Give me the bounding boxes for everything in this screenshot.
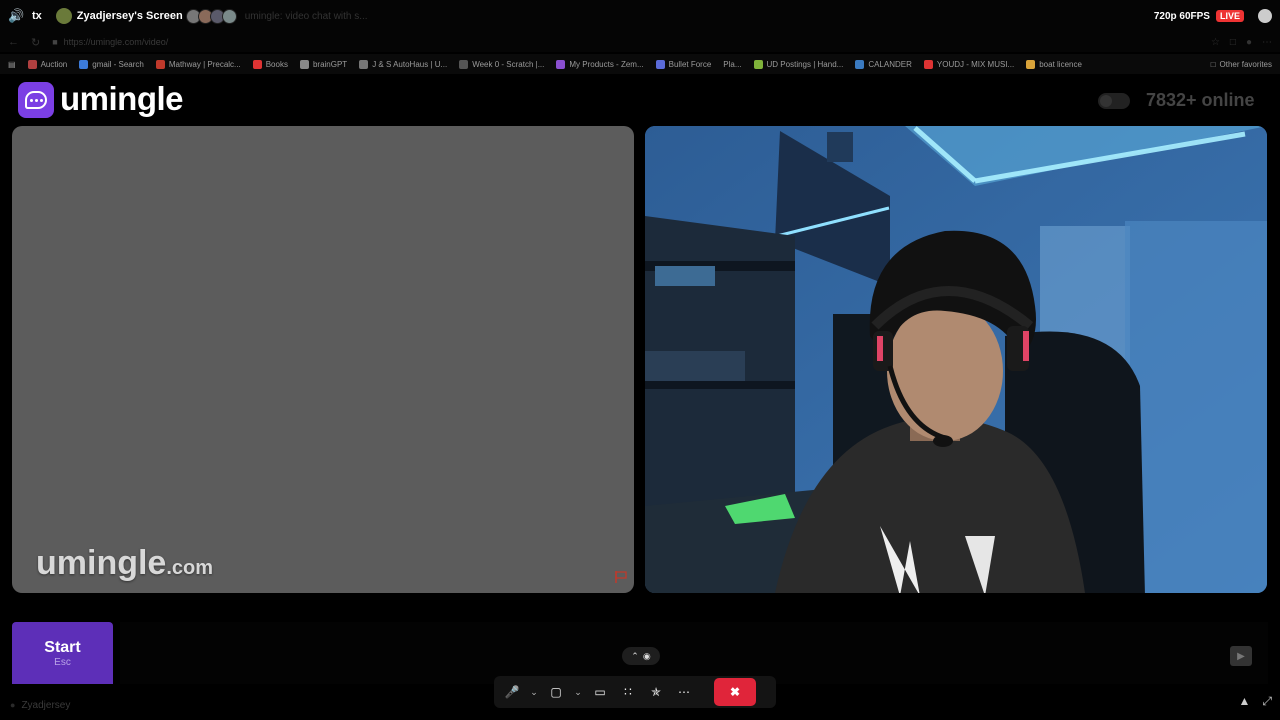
menu-icon[interactable]: ⋯	[1262, 37, 1272, 48]
bookmark-item[interactable]: CALANDER	[855, 59, 912, 69]
screen-share-avatar	[55, 8, 72, 24]
umingle-watermark: umingle.com	[36, 544, 214, 582]
bookmarks-bar: ▤ Auction gmail - Search Mathway | Preca…	[0, 54, 1280, 74]
bookmark-favicon	[299, 59, 309, 69]
browser-tab-title: umingle: video chat with s...	[244, 10, 368, 22]
umingle-logo-icon[interactable]	[18, 82, 54, 118]
bookmark-favicon	[27, 59, 37, 69]
stream-quality: 720p 60FPS	[1153, 10, 1210, 22]
chevron-up-icon: ⌃	[631, 650, 639, 661]
bookmark-item[interactable]: My Products - Zem...	[556, 59, 644, 69]
logo-text[interactable]: umingle	[60, 80, 184, 118]
bookmark-favicon	[855, 59, 865, 69]
bookmark-favicon	[459, 59, 469, 69]
channel-name: tx	[32, 10, 42, 22]
site-header: umingle 7832+ online	[0, 76, 1280, 124]
stream-header: 🔊 tx Zyadjersey's Screen umingle: video …	[0, 0, 1280, 32]
chat-icon[interactable]	[1258, 9, 1272, 23]
lock-icon: ■	[52, 37, 58, 47]
bookmark-item[interactable]: YOUDJ - MIX MUSI...	[923, 59, 1014, 69]
bookmark-favicon	[753, 59, 763, 69]
avatar	[221, 8, 237, 24]
viewer-avatars[interactable]	[185, 8, 237, 24]
url-field[interactable]: https://umingle.com/video/	[64, 37, 169, 47]
user-icon: ●	[10, 700, 16, 710]
bookmark-item[interactable]: Auction	[27, 59, 67, 69]
bookmark-item[interactable]: Week 0 - Scratch |...	[459, 59, 544, 69]
theme-toggle[interactable]	[1098, 93, 1130, 109]
fullscreen-icon[interactable]: ⤢	[1262, 694, 1272, 709]
browser-address-bar: ← ↻ ■ https://umingle.com/video/ ☆ □ ● ⋯	[0, 32, 1280, 52]
taskbar: ● Zyadjersey ▲ ⤢	[0, 690, 1280, 720]
back-icon[interactable]: ←	[8, 36, 19, 48]
bookmark-item[interactable]: Pla...	[723, 60, 741, 69]
bookmark-item[interactable]: J & S AutoHaus | U...	[359, 59, 447, 69]
profile-icon[interactable]: ●	[1246, 37, 1252, 48]
bookmark-item[interactable]: Books	[252, 59, 288, 69]
bookmark-favicon	[252, 59, 262, 69]
screen-title: Zyadjersey's Screen	[76, 10, 183, 22]
bookmark-favicon	[556, 59, 566, 69]
extensions-icon[interactable]: □	[1230, 37, 1236, 48]
participants-tray-button[interactable]: ⌃ ◉	[622, 647, 660, 665]
online-count: 7832+ online	[1146, 90, 1255, 110]
chat-input[interactable]	[120, 622, 1268, 684]
star-icon[interactable]: ☆	[1211, 37, 1220, 48]
taskbar-username: Zyadjersey	[21, 699, 71, 711]
bookmark-favicon	[923, 59, 933, 69]
bookmark-item[interactable]: Bullet Force	[655, 59, 711, 69]
other-favorites[interactable]: □ Other favorites	[1211, 60, 1272, 69]
bookmark-favicon	[155, 59, 165, 69]
bookmark-favicon	[359, 59, 369, 69]
bookmark-favicon	[655, 59, 665, 69]
send-icon[interactable]: ▶	[1230, 646, 1252, 666]
bookmark-item[interactable]: gmail - Search	[79, 59, 144, 69]
cursor-icon: ▲	[1238, 694, 1251, 708]
report-flag-icon[interactable]	[614, 570, 628, 584]
self-webcam-panel	[645, 126, 1267, 593]
people-icon: ◉	[642, 650, 651, 661]
bookmark-favicon	[79, 59, 89, 69]
bookmark-favicon	[1026, 59, 1036, 69]
start-button[interactable]: Start Esc	[12, 622, 113, 684]
reload-icon[interactable]: ↻	[31, 36, 40, 49]
bookmark-item[interactable]: Mathway | Precalc...	[155, 59, 241, 69]
volume-icon[interactable]: 🔊	[8, 8, 26, 24]
bookmark-item[interactable]: UD Postings | Hand...	[753, 59, 843, 69]
bookmark-item[interactable]: boat licence	[1026, 59, 1082, 69]
folder-icon: □	[1210, 59, 1216, 69]
bookmark-item[interactable]: brainGPT	[299, 59, 347, 69]
bookmarks-sidebar-icon[interactable]: ▤	[8, 60, 16, 69]
webcam-feed	[645, 126, 1267, 593]
stranger-video-panel: umingle.com	[12, 126, 634, 593]
live-badge: LIVE	[1215, 10, 1244, 22]
